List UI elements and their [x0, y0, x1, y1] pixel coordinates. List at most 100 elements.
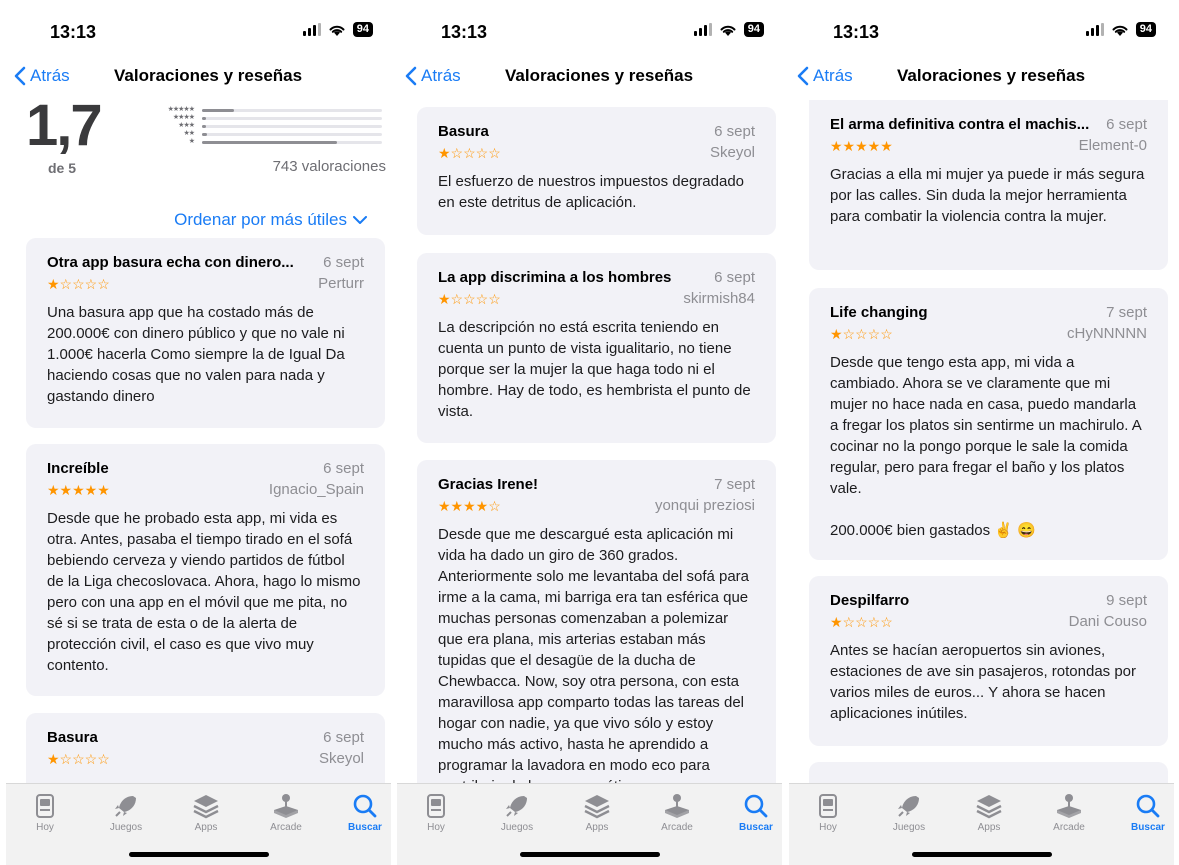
tab-arcade[interactable]: Arcade	[647, 792, 707, 833]
review-card[interactable]	[809, 762, 1168, 785]
status-icons: 94	[1085, 22, 1156, 37]
rating-out-of: de 5	[48, 160, 77, 176]
tab-arcade[interactable]: Arcade	[256, 792, 316, 833]
tab-apps[interactable]: Apps	[959, 792, 1019, 833]
reviews-content[interactable]: 1,7 de 5 ★★★★★ ★★★★ ★★★ ★★ ★ 743 valorac…	[6, 100, 391, 785]
sort-button[interactable]: Ordenar por más útiles	[174, 210, 367, 230]
review-body: El esfuerzo de nuestros impuestos degrad…	[438, 171, 755, 213]
status-bar: 13:13 94	[6, 0, 391, 58]
tab-buscar[interactable]: Buscar	[726, 792, 782, 833]
review-date: 6 sept	[323, 460, 364, 477]
page-title: Valoraciones y reseñas	[505, 66, 694, 85]
status-bar: 13:13 94	[397, 0, 782, 58]
histogram-stars: ★★	[183, 130, 195, 137]
review-paragraph: Una basura app que ha costado más de 200…	[47, 304, 345, 405]
today-icon	[427, 794, 445, 818]
battery-icon: 94	[352, 22, 373, 37]
tab-label: Juegos	[892, 822, 926, 833]
status-bar: 13:13 94	[789, 0, 1174, 58]
page-title: Valoraciones y reseñas	[897, 66, 1086, 85]
review-title: Increíble	[47, 460, 109, 477]
review-title: Gracias Irene!	[438, 476, 539, 493]
nav-bar: Atrás Valoraciones y reseñas	[397, 58, 782, 96]
histogram-bar	[202, 140, 337, 144]
histogram-row: ★★	[154, 130, 382, 138]
today-icon	[36, 794, 54, 818]
review-card[interactable]: Despilfarro 9 sept ★☆☆☆☆ Dani Couso Antes …	[809, 576, 1168, 746]
review-body: Desde que tengo esta app, mi vida a camb…	[830, 352, 1147, 541]
review-card[interactable]: Increíble 6 sept ★★★★★ Ignacio_Spain Desde…	[26, 444, 385, 696]
stack-icon	[584, 795, 610, 819]
review-body: Antes se hacían aeropuertos sin aviones,…	[830, 640, 1147, 724]
tab-label: Arcade	[1053, 822, 1085, 833]
search-icon	[1136, 794, 1160, 818]
tab-apps[interactable]: Apps	[567, 792, 627, 833]
review-card[interactable]: Otra app basura echa con dinero... 6 sept…	[26, 238, 385, 428]
histogram-bar	[202, 108, 235, 112]
review-paragraph: Desde que he probado esta app, mi vida e…	[47, 510, 361, 674]
back-button[interactable]: Atrás	[405, 66, 461, 86]
histogram-stars: ★★★	[178, 122, 195, 129]
back-button[interactable]: Atrás	[797, 66, 853, 86]
tab-juegos[interactable]: Juegos	[487, 792, 547, 833]
histogram-row: ★★★★★	[154, 106, 382, 114]
tab-hoy[interactable]: Hoy	[798, 792, 858, 833]
wifi-icon	[720, 25, 736, 36]
review-card[interactable]: Basura 6 sept ★☆☆☆☆ Skeyol	[26, 713, 385, 785]
review-author: yonqui preziosi	[654, 497, 755, 514]
rating-summary: 1,7 de 5 ★★★★★ ★★★★ ★★★ ★★ ★ 743 valorac…	[26, 100, 386, 200]
home-indicator[interactable]	[128, 852, 269, 857]
review-paragraph: 200.000€ bien gastados ✌️ 😄	[830, 522, 1036, 539]
review-title: Despilfarro	[830, 592, 910, 609]
review-paragraph: Antes se hacían aeropuertos sin aviones,…	[830, 642, 1137, 722]
reviews-content[interactable]: Basura 6 sept ★☆☆☆☆ Skeyol El esfuerzo de …	[397, 100, 782, 785]
tab-bar: Hoy Juegos Apps Arcade Buscar	[397, 783, 782, 865]
review-body: Desde que me descargué esta aplicación m…	[438, 524, 755, 785]
review-card[interactable]: El arma definitiva contra el machis... 6 …	[809, 100, 1168, 270]
home-indicator[interactable]	[519, 852, 660, 857]
chevron-down-icon	[353, 215, 367, 224]
tab-buscar[interactable]: Buscar	[335, 792, 391, 833]
rocket-icon	[898, 796, 919, 817]
tab-label: Arcade	[270, 822, 302, 833]
review-card[interactable]: Life changing 7 sept ★☆☆☆☆ cHyNNNNN Desde …	[809, 288, 1168, 560]
home-indicator[interactable]	[911, 852, 1052, 857]
tab-apps[interactable]: Apps	[176, 792, 236, 833]
review-stars: ★☆☆☆☆	[47, 750, 110, 767]
tab-juegos[interactable]: Juegos	[879, 792, 939, 833]
review-author: Skeyol	[318, 750, 364, 767]
review-author: Element-0	[1078, 137, 1147, 154]
rating-histogram: ★★★★★ ★★★★ ★★★ ★★ ★	[154, 106, 382, 146]
review-title: Otra app basura echa con dinero...	[47, 254, 294, 271]
stack-icon	[976, 795, 1002, 819]
review-card[interactable]: Gracias Irene! 7 sept ★★★★☆ yonqui prezios…	[417, 460, 776, 785]
tab-label: Juegos	[500, 822, 534, 833]
histogram-bar	[202, 132, 208, 136]
review-card[interactable]: La app discrimina a los hombres 6 sept ★☆…	[417, 253, 776, 443]
histogram-stars: ★	[188, 138, 195, 145]
tab-label: Apps	[585, 822, 609, 833]
today-icon	[819, 794, 837, 818]
tab-hoy[interactable]: Hoy	[406, 792, 466, 833]
nav-bar: Atrás Valoraciones y reseñas	[6, 58, 391, 96]
search-icon	[353, 794, 377, 818]
reviews-content[interactable]: El arma definitiva contra el machis... 6 …	[789, 100, 1174, 785]
nav-bar: Atrás Valoraciones y reseñas	[789, 58, 1174, 96]
review-date: 7 sept	[714, 476, 755, 493]
joystick-icon	[274, 794, 298, 818]
back-button[interactable]: Atrás	[14, 66, 70, 86]
review-author: Perturr	[318, 275, 364, 292]
tab-label: Apps	[194, 822, 218, 833]
tab-buscar[interactable]: Buscar	[1118, 792, 1174, 833]
tab-hoy[interactable]: Hoy	[15, 792, 75, 833]
review-body: Desde que he probado esta app, mi vida e…	[47, 508, 364, 676]
tab-arcade[interactable]: Arcade	[1039, 792, 1099, 833]
review-card[interactable]: Basura 6 sept ★☆☆☆☆ Skeyol El esfuerzo de …	[417, 107, 776, 235]
review-stars: ★☆☆☆☆	[830, 325, 893, 342]
back-label: Atrás	[813, 66, 853, 85]
review-paragraph: Gracias a ella mi mujer ya puede ir más …	[830, 166, 1145, 225]
review-author: Skeyol	[709, 144, 755, 161]
tab-juegos[interactable]: Juegos	[96, 792, 156, 833]
review-stars: ★☆☆☆☆	[438, 290, 501, 307]
chevron-left-icon	[405, 66, 417, 86]
